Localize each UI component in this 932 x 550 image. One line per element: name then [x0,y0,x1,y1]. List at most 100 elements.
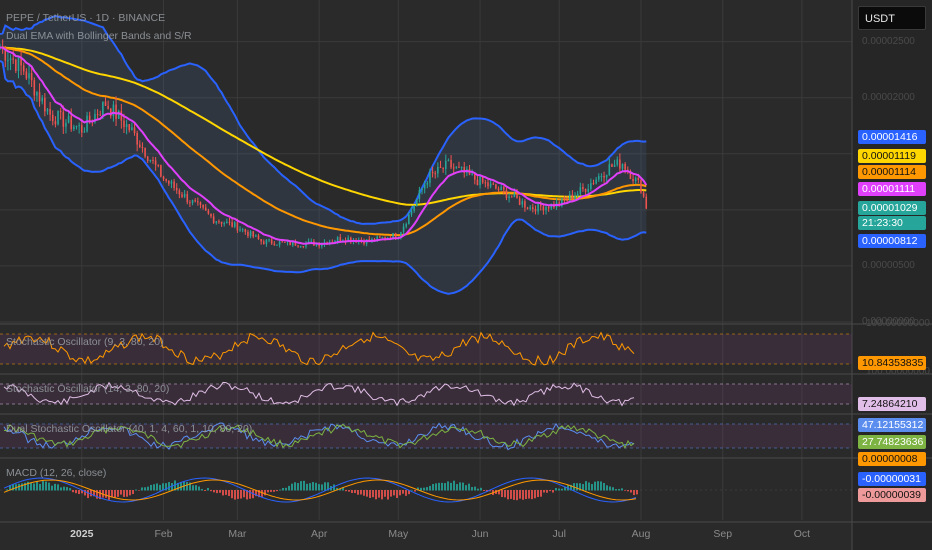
candle-body [75,125,78,127]
candle-body [518,198,521,205]
macd-histogram-bar [6,489,8,491]
macd-histogram-bar [108,490,110,500]
candle-body [571,194,574,200]
macd-histogram-bar [225,490,227,495]
macd-histogram-bar [42,481,44,491]
candle-body [212,216,215,223]
macd-histogram-bar [501,490,503,498]
candle-body [297,245,299,247]
macd-histogram-bar [300,481,302,491]
candle-body [434,173,437,175]
candle-body [455,166,458,168]
price-axis-tick: 0.00002000 [862,91,915,103]
macd-histogram-bar [612,487,614,491]
candle-body [173,181,175,188]
macd-histogram-bar [129,490,131,496]
macd-histogram-bar [192,485,194,491]
macd-histogram-bar [444,483,446,491]
candle-body [67,115,70,123]
macd-histogram-bar [240,490,242,499]
candle-body [402,226,405,233]
candle-body [162,176,165,180]
candle-body [252,231,255,237]
candle-body [54,121,57,125]
macd-histogram-bar [213,490,215,493]
macd-histogram-bar [114,490,116,498]
macd-histogram-bar [426,487,428,491]
candle-body [526,207,529,209]
candle-body [608,164,611,175]
candle-body [239,229,241,231]
macd-histogram-bar [375,490,377,500]
candle-body [38,92,41,102]
macd-histogram-bar [273,490,275,492]
macd-histogram-bar [180,482,182,491]
candle-body [59,111,62,113]
candle-body [107,105,109,109]
candle-body [168,180,170,184]
macd-histogram-bar [600,481,602,491]
candle-body [516,193,518,199]
candle-body [645,196,648,209]
bb-lower-price-label: 0.00000812 [858,234,926,248]
candle-body [579,187,582,194]
macd-histogram-bar [507,490,509,500]
candle-body [624,163,626,170]
macd-histogram-bar [72,490,74,493]
macd-histogram-bar [369,490,371,498]
macd-histogram-bar [393,490,395,496]
quote-currency-button[interactable]: USDT [858,6,926,30]
candle-body [244,229,247,232]
candle-body [125,124,128,128]
macd-histogram-bar [363,490,365,496]
candle-body [299,246,302,248]
candle-body [510,196,513,198]
candle-body [632,178,634,182]
price-scale-background [852,0,932,550]
macd-histogram-bar [546,490,548,493]
candle-body [495,184,497,189]
candle-body [131,127,133,131]
candle-body [220,221,223,224]
macd-histogram-bar [201,488,203,491]
candle-body [619,159,621,169]
candle-body [149,159,152,161]
candle-body [479,176,481,186]
macd-histogram-bar [435,483,437,491]
candle-body [157,164,160,166]
candle-body [83,131,86,133]
candle-body [199,202,202,205]
candle-body [178,190,181,195]
candle-body [505,189,508,199]
candle-body [202,204,204,208]
macd-histogram-bar [456,484,458,491]
stoch2-value-label: 7.24864210 [858,397,926,411]
candle-body [418,190,421,200]
candle-body [73,126,75,130]
macd-histogram-bar [522,490,524,500]
candle-body [584,188,587,192]
macd-histogram-bar [87,490,89,499]
macd-histogram-bar [48,482,50,491]
macd-histogram-bar [156,483,158,491]
candle-body [41,98,43,102]
macd-histogram-bar [594,481,596,491]
macd-histogram-bar [69,488,71,491]
candle-body [603,175,605,178]
macd-legend: MACD (12, 26, close) [6,467,107,479]
candle-body [439,166,442,168]
macd-histogram-bar [525,490,527,500]
candle-body [228,221,231,223]
macd-histogram-bar [288,485,290,491]
candle-body [497,188,500,191]
macd-value1-label: 0.00000008 [858,452,926,466]
stoch2-legend: Stochastic Oscillator (14, 3, 80, 20) [6,383,170,395]
macd-histogram-bar [552,490,554,493]
macd-histogram-bar [75,490,77,494]
dual-stoch-value1-label: 47.12155312 [858,418,926,432]
price-chart[interactable] [0,0,932,550]
macd-histogram-bar [321,484,323,491]
candle-body [12,58,14,60]
candle-body [270,239,273,244]
candle-body [255,235,257,237]
